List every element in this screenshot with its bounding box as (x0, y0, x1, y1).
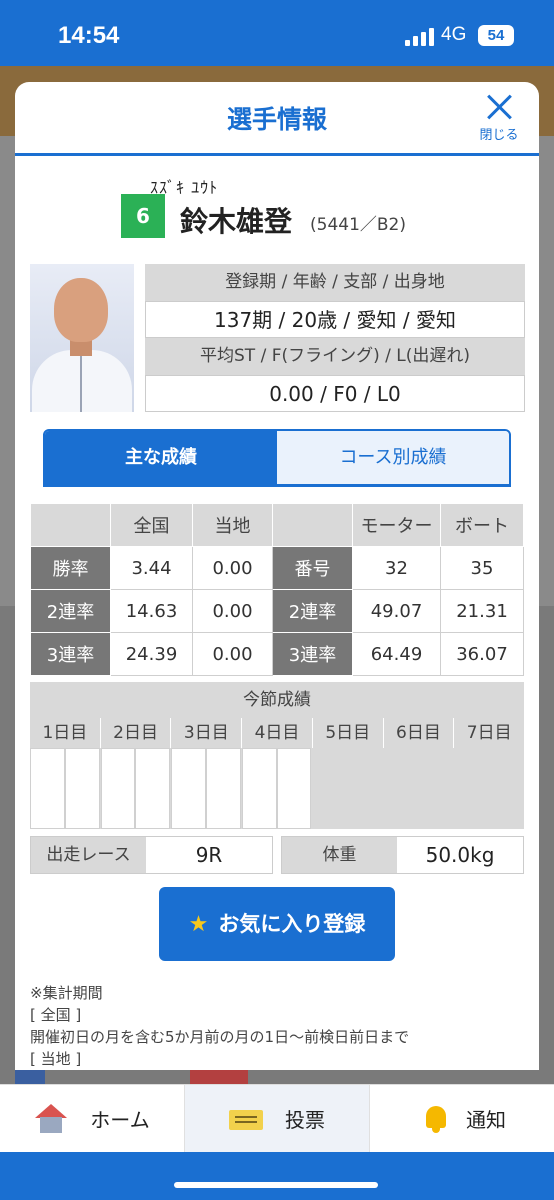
day-header: 4日目 (242, 718, 313, 748)
profile-value-2: 0.00 / F0 / L0 (145, 375, 525, 412)
row-label: 3連率 (272, 632, 353, 676)
status-bar: 14:54 4G 54 (0, 0, 554, 70)
local-value: 0.00 (192, 546, 273, 590)
day-result-cells (30, 748, 525, 829)
day-header: 1日目 (30, 718, 101, 748)
close-button[interactable]: 閉じる (471, 92, 527, 148)
table-row: 3連率 24.39 0.00 3連率 64.49 36.07 (30, 632, 524, 676)
weight-row: 体重 50.0kg (281, 836, 524, 874)
racer-registration: (5441／B2) (310, 215, 407, 235)
status-time: 14:54 (58, 22, 120, 49)
motor-value: 64.49 (352, 632, 441, 676)
modal-header: 選手情報 閉じる (15, 82, 539, 156)
boat-value: 36.07 (440, 632, 524, 676)
day-header: 3日目 (171, 718, 243, 748)
col-boat: ボート (440, 503, 524, 547)
motor-value: 32 (352, 546, 441, 590)
network-type: 4G (441, 24, 467, 45)
add-favorite-button[interactable]: ★ お気に入り登録 (159, 887, 395, 961)
bell-icon (418, 1104, 452, 1134)
col-national: 全国 (110, 503, 193, 547)
national-value: 24.39 (110, 632, 193, 676)
nav-vote[interactable]: 投票 (185, 1085, 370, 1152)
day-result-cell (241, 748, 313, 829)
note-line: [ 全国 ] (30, 1006, 82, 1024)
table-row: 勝率 3.44 0.00 番号 32 35 (30, 546, 524, 590)
profile-grid: 登録期 / 年齢 / 支部 / 出身地 137期 / 20歳 / 愛知 / 愛知… (145, 264, 525, 412)
stats-table: 全国 当地 モーター ボート 勝率 3.44 0.00 番号 32 35 2連率… (30, 503, 524, 676)
row-label: 2連率 (272, 589, 353, 633)
race-label: 出走レース (31, 837, 146, 873)
session-results: 今節成績 1日目 2日目 3日目 4日目 5日目 6日目 7日目 (30, 682, 525, 829)
profile-header-1: 登録期 / 年齢 / 支部 / 出身地 (145, 264, 525, 301)
profile-value-1: 137期 / 20歳 / 愛知 / 愛知 (145, 301, 525, 338)
national-value: 3.44 (110, 546, 193, 590)
local-value: 0.00 (192, 632, 273, 676)
close-icon (484, 92, 514, 122)
day-header: 2日目 (101, 718, 172, 748)
home-indicator[interactable] (174, 1182, 378, 1188)
aggregation-notes: ※集計期間 [ 全国 ] 開催初日の月を含む5か月前の月の1日～前検日前日まで … (30, 982, 524, 1070)
note-line: ※集計期間 (30, 984, 103, 1002)
national-value: 14.63 (110, 589, 193, 633)
tab-main-stats[interactable]: 主な成績 (45, 431, 277, 484)
home-indicator-area (0, 1152, 554, 1200)
nav-vote-label: 投票 (285, 1108, 325, 1132)
table-row: 2連率 14.63 0.00 2連率 49.07 21.31 (30, 589, 524, 633)
favorite-label: お気に入り登録 (218, 912, 366, 936)
day-result-cell (382, 748, 454, 829)
day-header: 6日目 (384, 718, 455, 748)
motor-value: 49.07 (352, 589, 441, 633)
session-title: 今節成績 (243, 690, 311, 710)
row-label: 2連率 (30, 589, 111, 633)
weight-value: 50.0kg (397, 837, 523, 873)
col-motor: モーター (352, 503, 441, 547)
col-local: 当地 (192, 503, 273, 547)
nav-home-label: ホーム (90, 1108, 150, 1132)
stats-tabs: 主な成績 コース別成績 (43, 429, 511, 487)
frame-number-badge: 6 (121, 194, 165, 238)
day-headers: 1日目 2日目 3日目 4日目 5日目 6日目 7日目 (30, 718, 524, 748)
day-header: 5日目 (313, 718, 384, 748)
tab-course-stats[interactable]: コース別成績 (277, 431, 509, 484)
race-number-row: 出走レース 9R (30, 836, 273, 874)
row-label: 勝率 (30, 546, 111, 590)
home-icon (34, 1103, 68, 1134)
close-label: 閉じる (479, 128, 519, 143)
day-result-cell (312, 748, 383, 829)
boat-value: 35 (440, 546, 524, 590)
signal-icon (405, 28, 435, 46)
bottom-nav: ホーム 投票 通知 (0, 1084, 554, 1152)
stats-header-row: 全国 当地 モーター ボート (30, 503, 524, 547)
race-value: 9R (146, 837, 272, 873)
boat-value: 21.31 (440, 589, 524, 633)
local-value: 0.00 (192, 589, 273, 633)
nav-notify-label: 通知 (466, 1108, 506, 1132)
day-result-cell (171, 748, 242, 829)
day-header: 7日目 (466, 723, 512, 743)
star-icon: ★ (188, 912, 209, 937)
row-label: 番号 (272, 546, 353, 590)
nav-home[interactable]: ホーム (0, 1085, 185, 1152)
battery-icon: 54 (478, 25, 514, 46)
day-result-cell (100, 748, 172, 829)
day-result-cell (30, 748, 101, 829)
row-label: 3連率 (30, 632, 111, 676)
modal-title: 選手情報 (226, 105, 327, 134)
racer-photo (30, 264, 134, 412)
nav-notify[interactable]: 通知 (370, 1085, 554, 1152)
ticket-icon (229, 1104, 263, 1134)
note-line: 開催初日の月を含む5か月前の月の1日～前検日前日まで (30, 1028, 410, 1046)
racer-name: 鈴木雄登 (180, 205, 293, 238)
note-line: [ 当地 ] (30, 1050, 82, 1068)
day-result-cell (453, 748, 525, 829)
weight-label: 体重 (282, 837, 397, 873)
profile-header-2: 平均ST / F(フライング) / L(出遅れ) (145, 338, 525, 375)
racer-info-modal: 選手情報 閉じる ｽｽﾞｷ ﾕｳﾄ 6 鈴木雄登 (5441／B2) 登録期 /… (15, 82, 539, 1070)
